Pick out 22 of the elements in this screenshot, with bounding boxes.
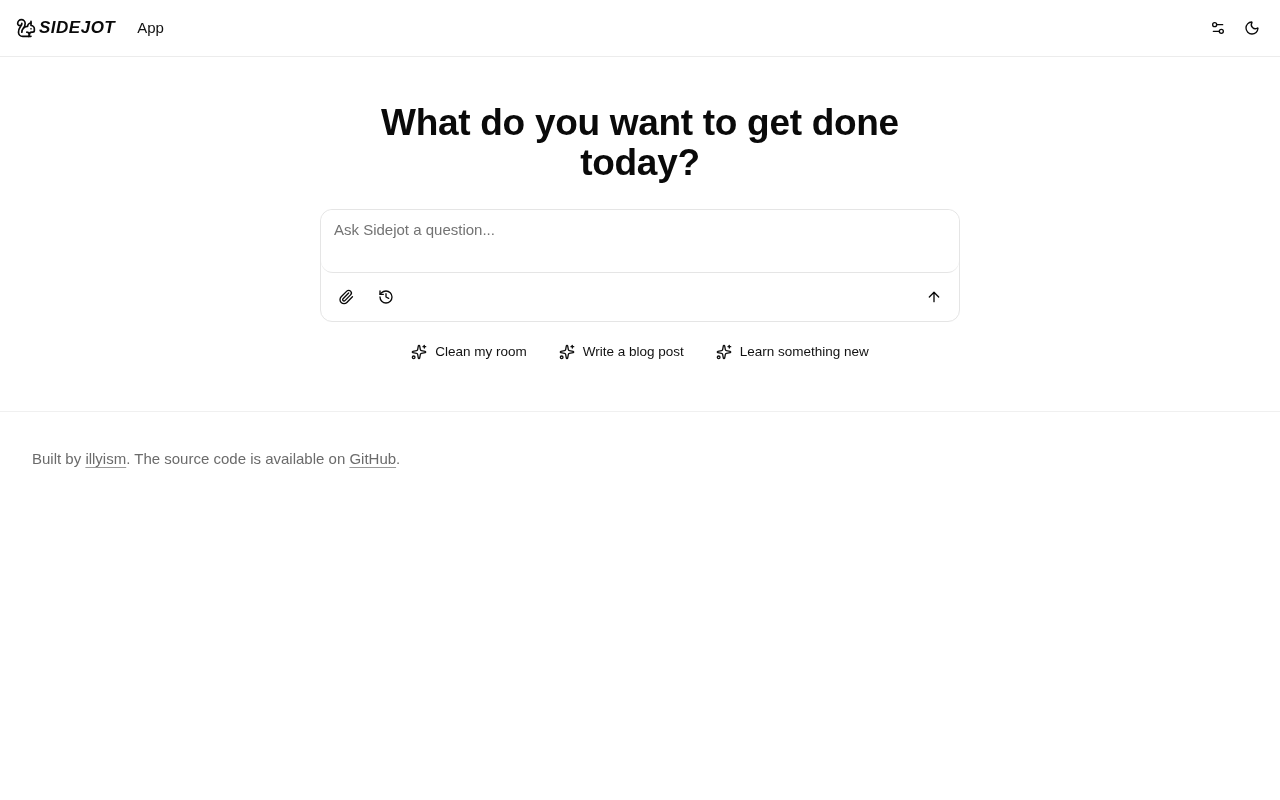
- history-icon: [378, 289, 394, 305]
- moon-icon: [1244, 20, 1260, 36]
- brand-logo[interactable]: SIDEJOT: [16, 15, 116, 41]
- footer-text: Built by illyism. The source code is available on GitHub.: [32, 449, 401, 470]
- suggestion-button[interactable]: Clean my room: [403, 340, 535, 365]
- page-heading: What do you want to get done today?: [380, 103, 900, 183]
- suggestion-button[interactable]: Learn something new: [707, 340, 877, 365]
- suggestion-button[interactable]: Write a blog post: [550, 340, 692, 365]
- chat-input-box[interactable]: Ask Sidejot a question...: [320, 209, 960, 322]
- attach-button[interactable]: [336, 287, 356, 307]
- question-input[interactable]: Ask Sidejot a question...: [321, 210, 959, 273]
- paperclip-icon: [338, 289, 354, 305]
- nav-link[interactable]: App: [137, 16, 164, 40]
- theme-toggle-button[interactable]: [1242, 18, 1262, 38]
- history-button[interactable]: [376, 287, 396, 307]
- sparkles-icon: [411, 344, 428, 361]
- sliders-icon: [1210, 20, 1226, 36]
- arrow-up-icon: [926, 289, 942, 305]
- sparkles-icon: [558, 344, 575, 361]
- squirrel-icon: [16, 18, 36, 38]
- sparkles-icon: [715, 344, 732, 361]
- brand-name: SIDEJOT: [39, 17, 116, 40]
